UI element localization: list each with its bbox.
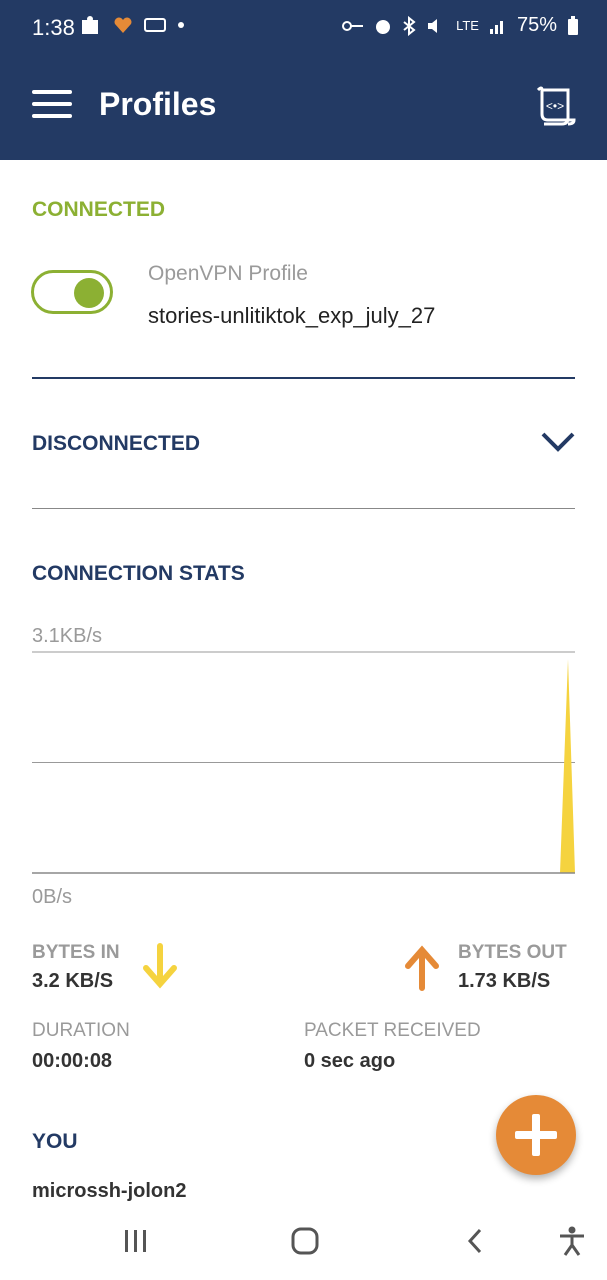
bytes-in-value: 3.2 KB/S [32, 970, 114, 992]
system-nav-bar [0, 1210, 607, 1280]
notification-icons [80, 14, 186, 36]
chart-ymin-label: 0B/s [32, 886, 72, 908]
battery-percent: 75% [516, 14, 557, 36]
accessibility-icon[interactable] [558, 1226, 586, 1256]
status-time: 1:38 [32, 15, 75, 40]
dot-icon [178, 22, 184, 28]
connection-stats-chart: 3.1KB/s 0B/s [32, 625, 575, 908]
arrow-up-icon [405, 945, 439, 991]
divider [32, 508, 575, 509]
packet-received-value: 0 sec ago [304, 1050, 396, 1072]
alarm-icon [376, 19, 391, 34]
chart-ymax-label: 3.1KB/s [32, 625, 102, 647]
you-value: microssh-jolon2 [32, 1180, 187, 1202]
disconnected-label[interactable]: DISCONNECTED [32, 432, 200, 456]
chart-bytes-in-area [32, 659, 575, 873]
divider [32, 377, 575, 379]
log-file-icon[interactable]: <•> [534, 84, 578, 128]
app-bar: Profiles <•> [0, 58, 607, 160]
connection-stats-label: CONNECTION STATS [32, 562, 245, 585]
tv-icon [144, 18, 166, 32]
back-icon[interactable] [464, 1226, 486, 1256]
profile-type: OpenVPN Profile [148, 262, 308, 285]
heart-icon [114, 17, 132, 33]
you-label: YOU [32, 1130, 78, 1153]
battery-icon [568, 15, 578, 35]
page-title: Profiles [99, 86, 217, 122]
bytes-in-label: BYTES IN [32, 942, 120, 963]
system-icons: LTE 75% [342, 14, 579, 37]
vpn-key-icon [342, 20, 364, 31]
bytes-out-value: 1.73 KB/S [458, 970, 551, 992]
svg-text:<•>: <•> [546, 99, 564, 113]
menu-icon[interactable] [32, 90, 72, 120]
bluetooth-icon [403, 15, 416, 36]
home-icon[interactable] [290, 1226, 320, 1256]
profile-name[interactable]: stories-unlitiktok_exp_july_27 [148, 303, 435, 329]
packet-received-label: PACKET RECEIVED [304, 1020, 481, 1041]
signal-icon [489, 20, 503, 34]
recent-apps-icon[interactable] [122, 1226, 150, 1256]
duration-value: 00:00:08 [32, 1050, 113, 1072]
network-type: LTE [456, 18, 479, 33]
toggle-knob [74, 278, 104, 308]
puzzle-icon [82, 16, 98, 34]
arrow-down-icon [143, 943, 177, 989]
bytes-out-label: BYTES OUT [458, 942, 567, 963]
add-profile-button[interactable] [496, 1095, 576, 1175]
connected-label: CONNECTED [32, 198, 166, 221]
connection-toggle[interactable] [31, 270, 113, 314]
mute-icon [428, 18, 438, 33]
duration-label: DURATION [32, 1020, 130, 1041]
chevron-down-icon[interactable] [540, 430, 576, 454]
status-bar: 1:38 LTE 75% [0, 0, 607, 58]
